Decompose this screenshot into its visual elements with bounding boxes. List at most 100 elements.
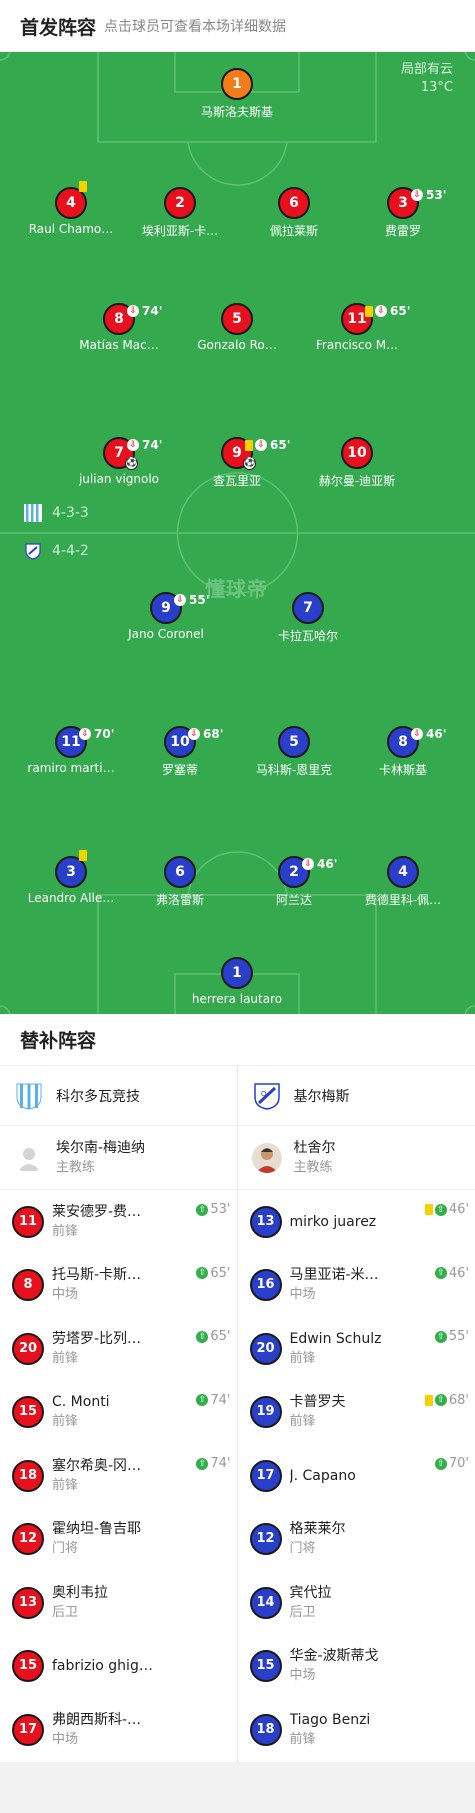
sub-player-name: 莱安德罗-费… [52, 1203, 142, 1220]
sub-in-time: 74' [210, 1392, 231, 1408]
home-player-10[interactable]: 10 赫尔曼-迪亚斯 [302, 437, 412, 489]
away_team-sub-row[interactable]: 18 Tiago Benzi 前锋 [238, 1698, 475, 1762]
sub-in-time-indicator: ⇧ 70' [434, 1456, 469, 1471]
player-number-badge: 7 ⇩ 74' ⚽ [103, 437, 162, 470]
home_team-sub-row[interactable]: 20 劳塔罗-比列… 前锋 ⇧ 65' [0, 1317, 237, 1381]
sub-in-icon: ⇧ [196, 1330, 209, 1343]
home_team-sub-row[interactable]: 12 霍纳坦-鲁吉耶 门将 [0, 1508, 237, 1572]
away_team-sub-row[interactable]: 12 格莱莱尔 门将 [238, 1508, 475, 1572]
player-number-badge: 1 [221, 68, 253, 100]
player-number-badge: 10 ⇩ 68' [164, 726, 223, 758]
sub-player-position: 中场 [289, 1668, 316, 1684]
player-event-indicators: ⇩ 70' [79, 720, 114, 748]
player-number: 11 [61, 734, 81, 750]
away-player-4[interactable]: 4 费德里科-佩… [348, 856, 458, 908]
player-number-badge: 11 ⇩ 65' [341, 303, 410, 335]
away_team-sub-row[interactable]: 15 华金-波斯蒂戈 中场 [238, 1635, 475, 1699]
player-number-badge: 6 [164, 856, 196, 888]
sub-out-icon: ⇩ [127, 305, 139, 317]
sub-out-time: 46' [317, 857, 338, 871]
yellow-card-icon [79, 181, 87, 192]
away_team-sub-row[interactable]: 14 宾代拉 后卫 [238, 1571, 475, 1635]
away_team-sub-row[interactable]: 20 Edwin Schulz 前锋 ⇧ 55' [238, 1317, 475, 1381]
home_team-sub-row[interactable]: 17 弗朗西斯科-… 中场 [0, 1698, 237, 1762]
home-player-1[interactable]: 1 马斯洛夫斯基 [182, 68, 292, 120]
home_team-sub-row[interactable]: 11 莱安德罗-费… 前锋 ⇧ 53' [0, 1190, 237, 1254]
player-number: 1 [232, 965, 242, 981]
home_team-sub-row[interactable]: 8 托马斯-卡斯… 中场 ⇧ 65' [0, 1254, 237, 1318]
player-event-indicators: ⇩ 65' [365, 297, 410, 325]
away-player-11[interactable]: 11 ⇩ 70' ramiro marti… [16, 726, 126, 775]
away-player-3[interactable]: 3 Leandro Alle… [16, 850, 126, 905]
sub-in-icon: ⇧ [434, 1394, 447, 1406]
away_team-sub-row[interactable]: 16 马里亚诺-米… 中场 ⇧ 46' [238, 1254, 475, 1318]
sub-in-time-indicator: ⇧ 55' [434, 1329, 469, 1344]
home-player-2[interactable]: 2 埃利亚斯-卡… [125, 187, 235, 239]
away-player-1[interactable]: 1 herrera lautaro [182, 957, 292, 1006]
sub-in-icon: ⇧ [196, 1267, 209, 1279]
sub-player-position: 前锋 [289, 1414, 316, 1430]
home-player-6[interactable]: 6 佩拉莱斯 [239, 187, 349, 239]
sub-player-position: 前锋 [52, 1477, 79, 1493]
home-team-row[interactable]: 科尔多瓦竞技 [0, 1066, 237, 1126]
home_team-sub-row[interactable]: 15 C. Monti 前锋 ⇧ 74' [0, 1381, 237, 1445]
home-player-3[interactable]: 3 ⇩ 53' 费雷罗 [348, 187, 458, 239]
home-player-9[interactable]: 9 ⇩ 65' ⚽ 查瓦里亚 [182, 437, 292, 489]
sub-player-position: 后卫 [289, 1604, 316, 1620]
away_team-sub-row[interactable]: 17 J. Capano ⇧ 70' [238, 1444, 475, 1508]
away-coach-row[interactable]: 杜舍尔 主教练 [237, 1126, 475, 1190]
away_team-sub-row[interactable]: 19 卡普罗夫 前锋 ⇧ 68' [238, 1381, 475, 1445]
home-player-4[interactable]: 4 Raul Chamo… [16, 181, 126, 236]
away-player-5[interactable]: 5 马科斯-恩里克 [239, 726, 349, 778]
player-number: 7 [114, 445, 124, 461]
player-number: 9 [161, 600, 171, 616]
away-player-8[interactable]: 8 ⇩ 46' 卡林斯基 [348, 726, 458, 778]
player-name: 费雷罗 [384, 224, 421, 238]
lineup-title: 首发阵容 [20, 16, 97, 39]
home_team-sub-row[interactable]: 18 塞尔希奥-冈… 前锋 ⇧ 74' [0, 1444, 237, 1508]
away-team-row[interactable]: Q 基尔梅斯 [237, 1066, 475, 1126]
home-coach-row[interactable]: 埃尔南-梅迪纳 主教练 [0, 1126, 237, 1190]
player-name: 弗洛雷斯 [155, 893, 204, 907]
sub-out-icon: ⇩ [127, 439, 139, 451]
sub-player-position: 门将 [289, 1541, 316, 1557]
away-player-6[interactable]: 6 弗洛雷斯 [125, 856, 235, 908]
player-event-indicators: ⇩ 74' [127, 297, 162, 325]
home_team-sub-row[interactable]: 15 fabrizio ghiggia [0, 1635, 237, 1699]
player-name: Raul Chamo… [28, 222, 114, 236]
sub-out-time: 68' [203, 727, 224, 741]
player-name: 马斯洛夫斯基 [200, 105, 273, 119]
coach-avatar-placeholder-icon [18, 1147, 40, 1171]
sub-number-badge: 11 [12, 1205, 44, 1238]
home_team-sub-row[interactable]: 13 奥利韦拉 后卫 [0, 1571, 237, 1635]
player-name: herrera lautaro [191, 992, 283, 1006]
sub-out-icon: ⇩ [411, 728, 423, 740]
away_team-sub-row[interactable]: 13 mirko juarez ⇧ 46' [238, 1190, 475, 1254]
player-number-badge: 4 [55, 181, 87, 219]
sub-player-position: 中场 [52, 1731, 79, 1747]
player-number: 7 [303, 600, 313, 616]
away-player-2[interactable]: 2 ⇩ 46' 阿兰达 [239, 856, 349, 908]
home-team-name: 科尔多瓦竞技 [56, 1088, 140, 1105]
home-player-11[interactable]: 11 ⇩ 65' Francisco M… [302, 303, 412, 352]
sub-in-time-indicator: ⇧ 74' [196, 1456, 231, 1471]
player-event-indicators: ⇩ 46' [302, 850, 337, 878]
home-player-7[interactable]: 7 ⇩ 74' ⚽ julian vignolo [64, 437, 174, 486]
away-player-10[interactable]: 10 ⇩ 68' 罗塞蒂 [125, 726, 235, 778]
sub-out-time: 74' [142, 438, 163, 452]
away-player-9[interactable]: 9 ⇩ 55' Jano Coronel [111, 592, 221, 641]
player-event-indicators: ⇩ 53' [411, 181, 446, 209]
sub-number-badge: 20 [12, 1332, 44, 1365]
player-number: 8 [114, 311, 124, 327]
away-formation: 4-4-2 [24, 542, 89, 560]
player-number: 6 [175, 864, 185, 880]
player-number: 3 [398, 195, 408, 211]
home-coach-name: 埃尔南-梅迪纳 [56, 1139, 146, 1156]
home-player-5[interactable]: 5 Gonzalo Ro… [182, 303, 292, 352]
sub-number-badge: 19 [249, 1396, 282, 1429]
sub-player-position: 前锋 [289, 1731, 316, 1747]
sub-in-time-indicator: ⇧ 46' [424, 1202, 469, 1217]
away-player-7[interactable]: 7 卡拉瓦哈尔 [253, 592, 363, 644]
home-player-8[interactable]: 8 ⇩ 74' Matías Mac… [64, 303, 174, 352]
sub-number-badge: 18 [12, 1459, 44, 1492]
